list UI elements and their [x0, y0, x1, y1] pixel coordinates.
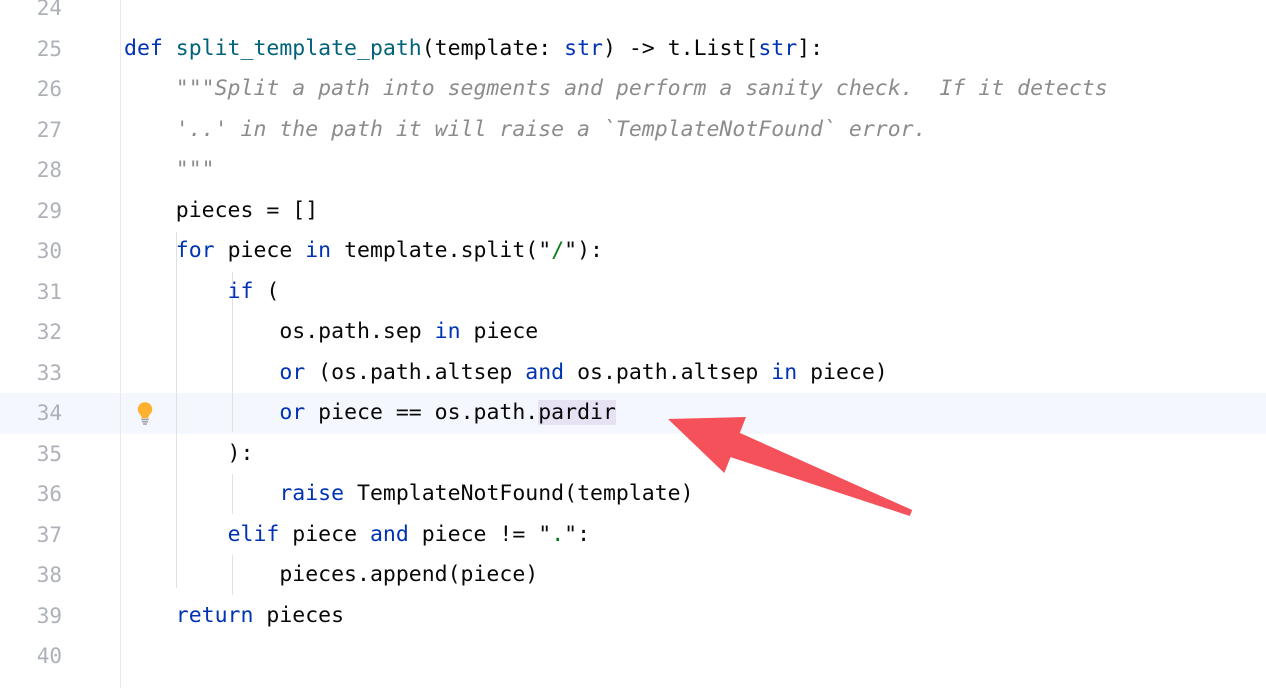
- code-line[interactable]: or piece == os.path.pardir: [124, 393, 616, 434]
- line-number[interactable]: 35: [0, 434, 62, 475]
- code-token: for: [175, 238, 215, 263]
- code-token: str: [758, 35, 798, 61]
- code-token: elif: [227, 521, 280, 547]
- line-number[interactable]: 30: [0, 231, 62, 272]
- code-token: template.split(: [331, 238, 539, 263]
- code-token: piece): [797, 359, 888, 385]
- selected-token: pardir: [538, 400, 616, 425]
- code-token: piece: [214, 238, 306, 263]
- code-token: return: [175, 602, 254, 628]
- code-line[interactable]: raise TemplateNotFound(template): [124, 474, 694, 515]
- code-line[interactable]: def split_template_path(template: str) -…: [124, 29, 823, 70]
- code-token: """Split a path into segments and perfor…: [124, 76, 1108, 101]
- line-number[interactable]: 24: [0, 0, 62, 29]
- code-token: """: [124, 157, 215, 182]
- editor-line-row: [0, 0, 1266, 29]
- line-number[interactable]: 32: [0, 312, 62, 353]
- line-number[interactable]: 39: [0, 596, 62, 637]
- code-line[interactable]: return pieces: [124, 596, 344, 637]
- code-token: pieces: [253, 602, 345, 628]
- code-token: (os.path.altsep: [305, 359, 526, 385]
- code-line[interactable]: pieces.append(piece): [124, 555, 538, 596]
- code-token: piece: [279, 521, 370, 547]
- code-token: .: [551, 521, 565, 547]
- line-number[interactable]: 25: [0, 29, 62, 70]
- line-number[interactable]: 33: [0, 353, 62, 394]
- code-token: and: [525, 359, 565, 385]
- code-token: TemplateNotFound(template): [344, 481, 694, 506]
- code-token: (template:: [421, 35, 565, 61]
- code-token: ": [538, 521, 552, 547]
- code-line[interactable]: elif piece and piece != ".":: [124, 515, 590, 556]
- code-token: if: [227, 278, 254, 304]
- line-number[interactable]: 34: [0, 393, 62, 434]
- gutter-separator: [120, 0, 121, 688]
- code-token: ]:: [797, 35, 824, 61]
- line-number[interactable]: 27: [0, 110, 62, 151]
- line-number[interactable]: 38: [0, 555, 62, 596]
- code-token: raise: [279, 481, 345, 506]
- code-line[interactable]: """: [124, 150, 215, 191]
- code-token: def: [124, 35, 176, 61]
- code-token: piece == os.path.: [305, 400, 539, 425]
- line-number[interactable]: 26: [0, 69, 62, 110]
- code-line[interactable]: """Split a path into segments and perfor…: [124, 69, 1108, 110]
- line-number[interactable]: 40: [0, 636, 62, 677]
- code-token: pieces.append(piece): [124, 562, 539, 587]
- code-token: ):: [577, 238, 603, 263]
- code-line[interactable]: os.path.sep in piece: [124, 312, 538, 353]
- code-token: ) -> t.List[: [602, 35, 759, 61]
- code-line[interactable]: ):: [124, 434, 254, 475]
- line-number[interactable]: 31: [0, 272, 62, 313]
- code-token: ):: [124, 440, 254, 466]
- code-token: ":: [564, 521, 591, 547]
- code-token: piece !=: [408, 521, 539, 547]
- code-line[interactable]: or (os.path.altsep and os.path.altsep in…: [124, 353, 888, 394]
- code-token: and: [369, 521, 409, 547]
- line-number[interactable]: 28: [0, 150, 62, 191]
- editor-line-row: [0, 636, 1266, 677]
- code-line[interactable]: if (: [124, 272, 280, 313]
- code-token: in: [305, 238, 332, 263]
- code-token: in: [434, 319, 461, 344]
- code-token: os.path.sep: [124, 319, 435, 344]
- code-token: os.path.altsep: [564, 359, 772, 385]
- code-token: or: [279, 359, 306, 385]
- code-token: str: [564, 35, 603, 61]
- code-line[interactable]: pieces = []: [124, 191, 318, 232]
- line-number[interactable]: 36: [0, 474, 62, 515]
- code-token: '..' in the path it will raise a `Templa…: [124, 116, 927, 142]
- line-number[interactable]: 29: [0, 191, 62, 232]
- code-token: piece: [460, 319, 539, 344]
- code-token: ": [538, 238, 552, 263]
- code-token: pieces = []: [124, 197, 319, 223]
- code-token: split_template_path: [175, 35, 422, 61]
- code-token: /: [551, 238, 565, 263]
- code-line[interactable]: '..' in the path it will raise a `Templa…: [124, 110, 927, 151]
- code-token: or: [279, 400, 306, 425]
- code-editor[interactable]: 24 25 26 27 28 29 30 31 32 33 34 35 36 37 38 39 40 def s…: [0, 0, 1266, 688]
- code-token: (: [253, 278, 280, 304]
- code-token: in: [771, 359, 798, 385]
- code-token: ": [564, 238, 578, 263]
- code-line[interactable]: for piece in template.split("/"):: [124, 231, 603, 272]
- line-number[interactable]: 37: [0, 515, 62, 556]
